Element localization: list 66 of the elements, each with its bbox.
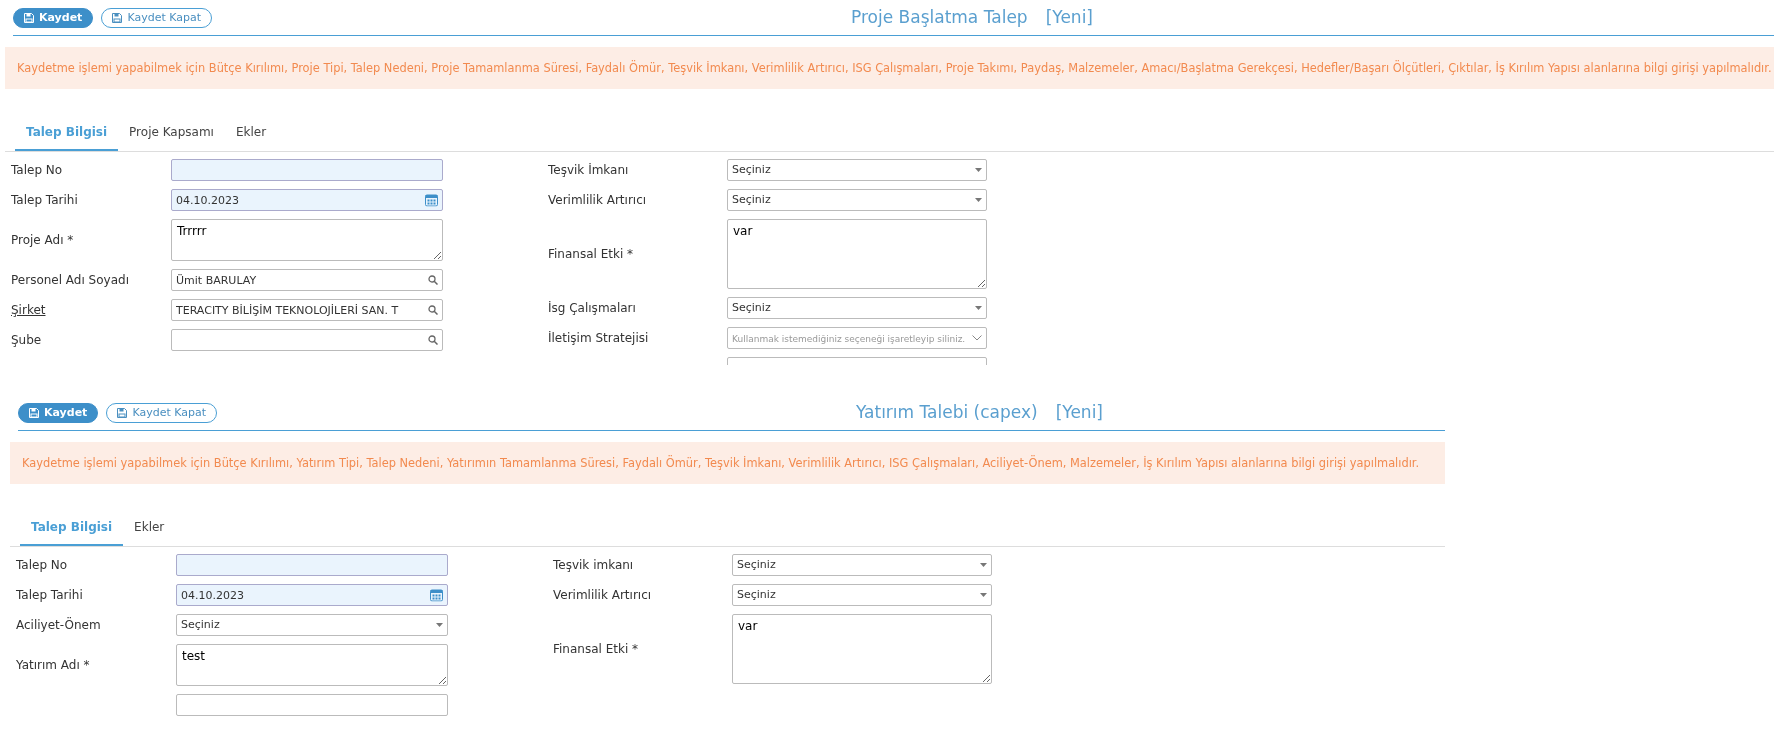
- save-icon: [112, 12, 123, 23]
- field-label: Talep No: [16, 557, 69, 574]
- text-area[interactable]: test: [176, 644, 448, 686]
- field-label: Finansal Etki *: [553, 641, 640, 658]
- caret-icon: [975, 306, 982, 310]
- field-label: Şube: [11, 332, 43, 349]
- field-label: Verimlilik Artırıcı: [553, 587, 653, 604]
- dropdown[interactable]: Seçiniz: [732, 584, 992, 606]
- field-label: Teşvik İmkanı: [548, 162, 630, 179]
- caret-icon: [980, 563, 987, 567]
- date-field[interactable]: 04.10.2023: [176, 584, 448, 606]
- search-icon: [428, 305, 438, 315]
- dropdown[interactable]: Seçiniz: [732, 554, 992, 576]
- tab[interactable]: Proje Kapsamı: [118, 115, 225, 151]
- tab[interactable]: Ekler: [123, 510, 176, 546]
- field-label: Yatırım Adı *: [16, 657, 91, 674]
- tab[interactable]: Ekler: [224, 115, 278, 151]
- text-area[interactable]: var: [732, 614, 992, 684]
- field-label: Aciliyet-Önem: [16, 616, 102, 634]
- form-title: Proje Başlatma Talep: [851, 5, 1028, 29]
- caret-icon: [975, 198, 982, 202]
- caret-icon: [436, 623, 443, 627]
- dropdown[interactable]: Seçiniz: [727, 297, 987, 319]
- field-label: Personel Adı Soyadı: [11, 272, 130, 289]
- save-button[interactable]: Kaydet: [18, 402, 99, 423]
- dropdown[interactable]: Seçiniz: [176, 614, 448, 636]
- input-field[interactable]: [176, 554, 448, 576]
- caret-icon: [975, 168, 982, 172]
- calendar-icon: [425, 193, 438, 207]
- save-close-button[interactable]: Kaydet Kapat: [106, 402, 217, 423]
- caret-icon: [980, 593, 987, 597]
- save-icon: [29, 407, 39, 418]
- input-field[interactable]: [176, 694, 448, 716]
- field-label: Proje Adı *: [11, 232, 75, 249]
- multi-select-field[interactable]: Kullanmak istemediğiniz seçeneği işaretleyip siliniz.: [727, 327, 987, 349]
- field-label: İsg Çalışmaları: [548, 300, 637, 317]
- field-label: Talep Tarihi: [11, 192, 79, 209]
- field-label: Verimlilik Artırıcı: [548, 192, 648, 209]
- form-title: Yatırım Talebi (capex): [856, 400, 1038, 424]
- lookup-field[interactable]: TERACITY BİLİŞİM TEKNOLOJİLERİ SAN. T: [171, 299, 443, 321]
- date-field[interactable]: 04.10.2023: [171, 189, 443, 211]
- text-area[interactable]: Trrrrr: [171, 219, 443, 261]
- lookup-field[interactable]: Ümit BARULAY: [171, 269, 443, 291]
- calendar-icon: [430, 588, 443, 602]
- save-icon: [24, 12, 34, 23]
- save-icon: [117, 407, 128, 418]
- field-link[interactable]: Şirket: [11, 301, 171, 319]
- search-icon: [428, 335, 438, 345]
- field-label: İletişim Stratejisi: [548, 330, 650, 347]
- input-field[interactable]: [171, 159, 443, 181]
- dropdown[interactable]: Seçiniz: [727, 159, 987, 181]
- warning-message: Kaydetme işlemi yapabilmek için Bütçe Kırılımı, Proje Tipi, Talep Nedeni, Proje Tamamlanma Süresi, Faydalı Ömür, Teşvik İmkanı, Verimlilik Artırıcı, ISG Çalışmaları, Proje Takımı, Paydaş, Malzemeler, Amacı/Başlatma Gerekçesi, Hedefler/Başarı Ölçütleri, Çıktılar, İş Kırılım Yapısı alanlarına bilgi girişi yapılmalıdır.: [5, 47, 1774, 89]
- save-button[interactable]: Kaydet: [13, 7, 94, 28]
- lookup-field[interactable]: [171, 329, 443, 351]
- dropdown[interactable]: Seçiniz: [727, 189, 987, 211]
- field-label: Teşvik imkanı: [553, 557, 635, 574]
- save-close-button[interactable]: Kaydet Kapat: [101, 7, 212, 28]
- field-label: Talep Tarihi: [16, 587, 84, 604]
- text-area[interactable]: var: [727, 219, 987, 289]
- field-label: Finansal Etki *: [548, 246, 635, 263]
- form-status: [Yeni]: [1055, 400, 1103, 424]
- field-label: Talep No: [11, 162, 64, 179]
- warning-message: Kaydetme işlemi yapabilmek için Bütçe Kırılımı, Yatırım Tipi, Talep Nedeni, Yatırımın Tamamlanma Süresi, Faydalı Ömür, Teşvik İmkanı, Verimlilik Artırıcı, ISG Çalışmaları, Aciliyet-Önem, Malzemeler, İş Kırılım Yapısı alanlarına bilgi girişi yapılmalıdır.: [10, 442, 1445, 484]
- search-icon: [428, 275, 438, 285]
- chevron-icon: [972, 335, 982, 341]
- form-status: [Yeni]: [1045, 5, 1093, 29]
